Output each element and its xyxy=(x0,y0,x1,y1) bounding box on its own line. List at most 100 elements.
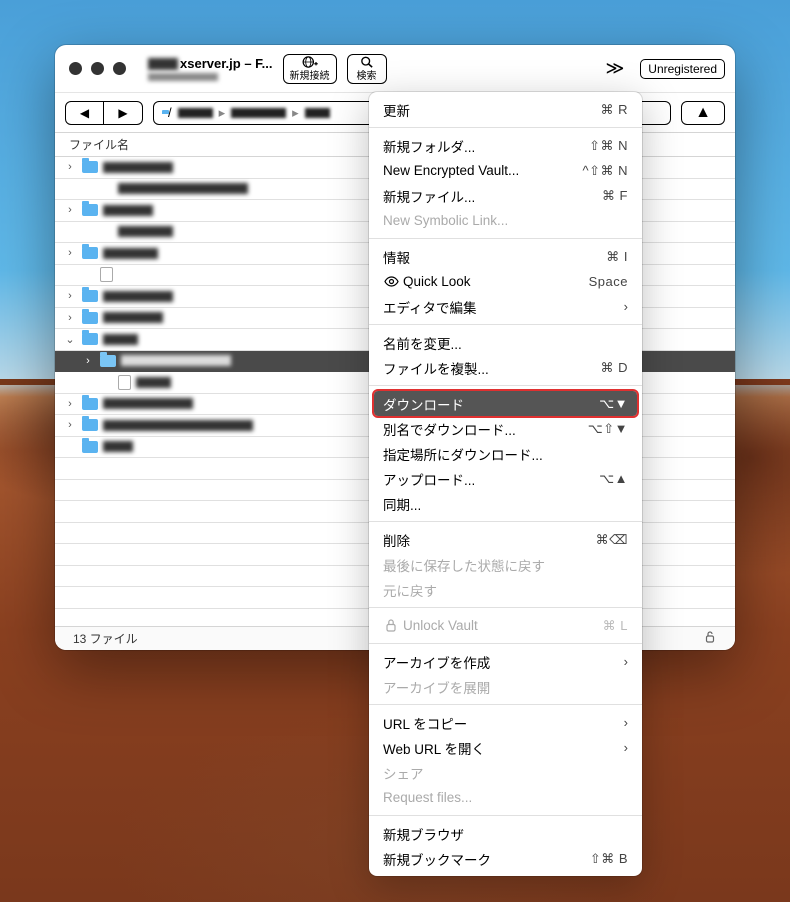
file-icon xyxy=(100,267,113,282)
submenu-arrow-icon: › xyxy=(624,299,628,314)
menu-shortcut: ⌥▼ xyxy=(599,396,628,412)
unregistered-badge[interactable]: Unregistered xyxy=(640,59,725,79)
menu-item-label: Quick Look xyxy=(403,274,589,289)
menu-item-label: シェア xyxy=(383,763,628,783)
menu-item[interactable]: New Encrypted Vault...^⇧⌘ N xyxy=(369,158,642,183)
disclosure-triangle[interactable]: ⌄ xyxy=(63,333,77,346)
file-name xyxy=(103,398,193,409)
menu-shortcut: ⌘⌫ xyxy=(596,532,628,548)
disclosure-triangle[interactable]: › xyxy=(63,398,77,410)
menu-item[interactable]: エディタで編集› xyxy=(369,294,642,319)
menu-item[interactable]: 新規ブックマーク⇧⌘ B xyxy=(369,846,642,871)
menu-item[interactable]: URL をコピー› xyxy=(369,710,642,735)
disclosure-triangle[interactable]: › xyxy=(63,419,77,431)
file-name xyxy=(103,420,253,431)
folder-icon xyxy=(100,355,116,367)
file-name xyxy=(103,291,173,302)
menu-separator xyxy=(369,238,642,239)
back-forward-buttons: ◀ ▶ xyxy=(65,101,143,125)
menu-item[interactable]: 別名でダウンロード...⌥⇧▼ xyxy=(369,416,642,441)
close-button[interactable] xyxy=(69,62,82,75)
file-name xyxy=(103,334,138,345)
disclosure-triangle[interactable]: › xyxy=(63,312,77,324)
menu-item[interactable]: ダウンロード⌥▼ xyxy=(374,391,637,416)
menu-item[interactable]: Quick LookSpace xyxy=(369,269,642,294)
forward-button[interactable]: ▶ xyxy=(104,102,142,124)
eye-icon xyxy=(383,276,399,287)
menu-shortcut: ⌥▲ xyxy=(599,471,628,487)
menu-item[interactable]: アップロード...⌥▲ xyxy=(369,466,642,491)
folder-icon xyxy=(82,204,98,216)
menu-item-label: URL をコピー xyxy=(383,713,624,733)
menu-item-label: Request files... xyxy=(383,790,628,805)
file-name xyxy=(103,312,163,323)
menu-item-label: New Symbolic Link... xyxy=(383,213,628,228)
menu-item[interactable]: アーカイブを作成› xyxy=(369,649,642,674)
menu-item-label: 新規ファイル... xyxy=(383,186,602,206)
menu-item[interactable]: 削除⌘⌫ xyxy=(369,527,642,552)
menu-separator xyxy=(369,607,642,608)
file-name xyxy=(136,377,171,388)
submenu-arrow-icon: › xyxy=(624,654,628,669)
file-icon xyxy=(118,375,131,390)
menu-item-label: New Encrypted Vault... xyxy=(383,163,583,178)
menu-item[interactable]: 名前を変更... xyxy=(369,330,642,355)
menu-item: シェア xyxy=(369,760,642,785)
menu-item-label: 名前を変更... xyxy=(383,333,628,353)
menu-item[interactable]: 新規ブラウザ xyxy=(369,821,642,846)
menu-item: Unlock Vault⌘ L xyxy=(369,613,642,638)
menu-item[interactable]: 新規ファイル...⌘ F xyxy=(369,183,642,208)
menu-item: 最後に保存した状態に戻す xyxy=(369,552,642,577)
search-button[interactable]: 検索 xyxy=(347,54,387,84)
menu-item-label: アーカイブを展開 xyxy=(383,677,628,697)
menu-item[interactable]: 新規フォルダ...⇧⌘ N xyxy=(369,133,642,158)
file-name xyxy=(103,162,173,173)
disclosure-triangle[interactable]: › xyxy=(63,161,77,173)
menu-separator xyxy=(369,815,642,816)
menu-item[interactable]: 同期... xyxy=(369,491,642,516)
toolbar-overflow-button[interactable]: ≫ xyxy=(599,58,630,79)
menu-item-label: ファイルを複製... xyxy=(383,358,601,378)
disclosure-triangle[interactable]: › xyxy=(63,204,77,216)
folder-icon xyxy=(82,419,98,431)
menu-shortcut: ⌘ F xyxy=(602,188,628,204)
status-count: 13 ファイル xyxy=(73,630,138,647)
menu-shortcut: ⌘ I xyxy=(606,249,628,265)
menu-item[interactable]: 指定場所にダウンロード... xyxy=(369,441,642,466)
folder-icon xyxy=(82,333,98,345)
menu-shortcut: ⌘ L xyxy=(603,618,628,634)
back-button[interactable]: ◀ xyxy=(66,102,104,124)
menu-item[interactable]: Web URL を開く› xyxy=(369,735,642,760)
new-connection-button[interactable]: 新規接続 xyxy=(283,54,337,84)
window-subtitle xyxy=(148,73,218,81)
menu-item: New Symbolic Link... xyxy=(369,208,642,233)
menu-item: アーカイブを展開 xyxy=(369,674,642,699)
menu-item-label: 指定場所にダウンロード... xyxy=(383,444,628,464)
lock-icon[interactable] xyxy=(703,630,717,647)
menu-item-label: 新規フォルダ... xyxy=(383,136,589,156)
up-button[interactable]: ▲ xyxy=(681,101,725,125)
zoom-button[interactable] xyxy=(113,62,126,75)
folder-icon xyxy=(82,441,98,453)
disclosure-triangle[interactable]: › xyxy=(63,290,77,302)
submenu-arrow-icon: › xyxy=(624,715,628,730)
menu-shortcut: ⇧⌘ N xyxy=(589,138,628,154)
disclosure-triangle[interactable]: › xyxy=(63,247,77,259)
menu-separator xyxy=(369,385,642,386)
folder-icon xyxy=(82,398,98,410)
folder-icon xyxy=(82,290,98,302)
menu-item[interactable]: 更新⌘ R xyxy=(369,97,642,122)
disclosure-triangle[interactable]: › xyxy=(81,355,95,367)
minimize-button[interactable] xyxy=(91,62,104,75)
menu-item-label: Unlock Vault xyxy=(403,618,603,633)
file-name xyxy=(103,205,153,216)
menu-shortcut: ⌘ D xyxy=(601,360,629,376)
file-name xyxy=(103,248,158,259)
menu-item: Request files... xyxy=(369,785,642,810)
menu-item-label: 更新 xyxy=(383,100,601,120)
menu-item-label: ダウンロード xyxy=(383,394,599,414)
menu-item[interactable]: ファイルを複製...⌘ D xyxy=(369,355,642,380)
file-name xyxy=(118,183,248,194)
menu-item-label: 削除 xyxy=(383,530,596,550)
menu-item[interactable]: 情報⌘ I xyxy=(369,244,642,269)
